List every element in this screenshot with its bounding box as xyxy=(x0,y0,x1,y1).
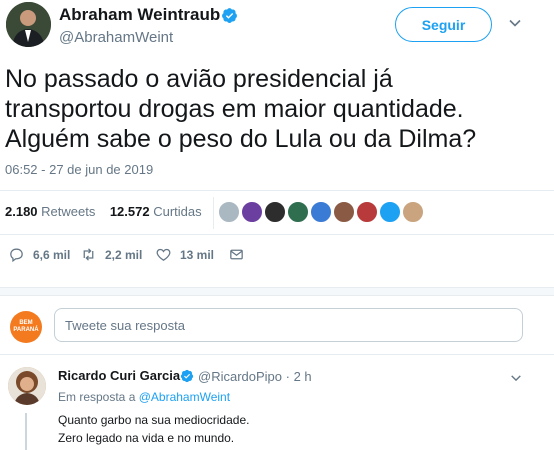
divider xyxy=(213,197,214,229)
chevron-down-icon[interactable] xyxy=(508,16,522,30)
tweet-line: transportou drogas em maior quantidade. xyxy=(5,95,464,123)
tweet-header: Abraham Weintraub @AbrahamWeint Seguir xyxy=(0,0,554,60)
avatar-green[interactable] xyxy=(287,201,309,223)
retweets-label: Retweets xyxy=(41,204,96,219)
in-reply-to: Em resposta a @AbrahamWeint xyxy=(58,390,230,404)
tweet-line: No passado o avião presidencial já xyxy=(5,65,393,93)
direct-message-button[interactable] xyxy=(228,246,245,263)
avatar-gray[interactable] xyxy=(218,201,240,223)
reply-input[interactable]: Tweete sua resposta xyxy=(54,308,523,342)
avatar-blue[interactable] xyxy=(310,201,332,223)
avatar-text: PARANÁ xyxy=(13,327,39,333)
retweets-count: 2.180 xyxy=(5,204,38,219)
in-reply-prefix: Em resposta a xyxy=(58,390,136,404)
verified-badge-icon xyxy=(222,8,237,23)
tweet-actions: 6,6 mil 2,2 mil 13 mil xyxy=(0,246,554,268)
tweet-stats: 2.180 Retweets 12.572 Curtidas xyxy=(5,204,202,219)
retweet-icon xyxy=(83,248,94,261)
reply-text-line: Quanto garbo na sua mediocridade. xyxy=(58,413,250,427)
tweet-line: Alguém sabe o peso do Lula ou da Dilma? xyxy=(5,125,477,153)
tweet-timestamp[interactable]: 06:52 - 27 de jun de 2019 xyxy=(5,162,153,177)
reply-author-name[interactable]: Ricardo Curi Garcia xyxy=(58,368,180,383)
divider xyxy=(0,190,554,191)
avatar-brown[interactable] xyxy=(333,201,355,223)
author-handle[interactable]: @AbrahamWeint xyxy=(59,29,173,46)
avatar-text: BEM xyxy=(19,320,33,326)
likes-label: Curtidas xyxy=(153,204,202,219)
envelope-icon xyxy=(230,249,243,260)
avatar-skyblue[interactable] xyxy=(379,201,401,223)
chevron-down-icon[interactable] xyxy=(510,372,522,384)
reply-tweet[interactable]: Ricardo Curi Garcia @RicardoPipo · 2 h E… xyxy=(0,355,554,450)
retweet-count: 2,2 mil xyxy=(105,247,143,262)
retweets-stat[interactable]: 2.180 Retweets xyxy=(5,204,95,219)
avatar-red[interactable] xyxy=(356,201,378,223)
heart-icon xyxy=(156,248,171,261)
current-user-avatar[interactable]: BEM PARANÁ xyxy=(10,311,42,343)
verified-badge-icon xyxy=(180,369,194,383)
reply-icon xyxy=(10,248,23,263)
in-reply-handle-link[interactable]: @AbrahamWeint xyxy=(139,390,230,404)
reply-author-handle[interactable]: @RicardoPipo · 2 h xyxy=(198,369,312,384)
likes-count: 12.572 xyxy=(109,204,150,219)
likes-stat[interactable]: 12.572 Curtidas xyxy=(110,204,202,219)
avatar-dark[interactable] xyxy=(264,201,286,223)
follow-button[interactable]: Seguir xyxy=(395,7,492,42)
section-separator xyxy=(0,287,554,296)
like-button[interactable]: 13 mil xyxy=(155,246,214,263)
thread-line xyxy=(25,413,27,450)
author-avatar[interactable] xyxy=(6,2,51,47)
divider xyxy=(0,234,554,235)
avatar-purple[interactable] xyxy=(241,201,263,223)
reply-text-line: Zero legado na vida e no mundo. xyxy=(58,431,235,445)
avatar-tan[interactable] xyxy=(402,201,424,223)
retweet-button[interactable]: 2,2 mil xyxy=(80,246,142,263)
reply-author-avatar[interactable] xyxy=(8,367,46,405)
like-count: 13 mil xyxy=(180,247,215,262)
reply-count: 6,6 mil xyxy=(33,247,71,262)
author-name[interactable]: Abraham Weintraub xyxy=(59,5,220,25)
reply-button[interactable]: 6,6 mil xyxy=(8,246,70,263)
tweet-text: No passado o avião presidencial já trans… xyxy=(5,64,550,154)
